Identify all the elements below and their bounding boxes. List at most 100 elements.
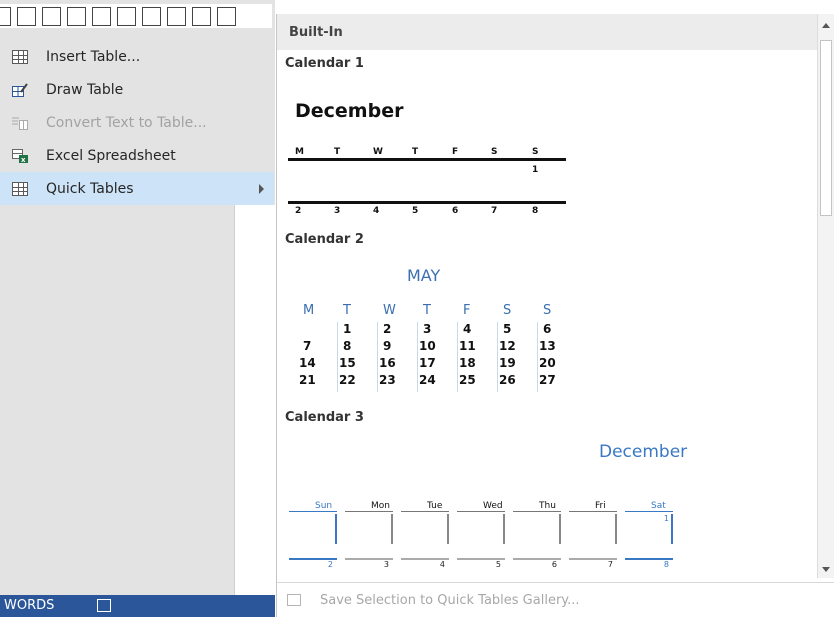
calendar-date: 4 (373, 206, 380, 216)
calendar-header-rule (625, 511, 673, 512)
calendar-date: 5 (503, 322, 512, 336)
calendar-date: 24 (419, 373, 436, 387)
convert-text-icon (12, 116, 28, 130)
calendar-column-separator (457, 322, 458, 392)
calendar-day-cell (289, 514, 337, 544)
calendar-date: 4 (401, 558, 449, 569)
calendar-date: 3 (423, 322, 432, 336)
table-size-grid[interactable] (0, 4, 272, 28)
calendar-date: 12 (499, 339, 516, 353)
proofing-icon[interactable] (97, 599, 111, 612)
table-grid-cell[interactable] (17, 7, 36, 26)
table-grid-cell[interactable] (192, 7, 211, 26)
quick-tables-gallery: Built-In Calendar 1 December M T W T F S S 1 2… (276, 14, 834, 618)
excel-icon: x (12, 148, 28, 164)
table-dropdown-menu: Insert Table... Draw Table Convert Text … (0, 40, 274, 205)
calendar-date: 21 (299, 373, 316, 387)
calendar-header-rule (569, 511, 617, 512)
menu-item-draw-table[interactable]: Draw Table (0, 73, 274, 106)
menu-item-excel-spreadsheet[interactable]: x Excel Spreadsheet (0, 139, 274, 172)
calendar-month: MAY (407, 266, 441, 285)
calendar-day-header: Tue (427, 501, 443, 511)
table-grid-cell[interactable] (42, 7, 61, 26)
calendar-day-header: Mon (371, 501, 390, 511)
calendar-date: 1 (532, 165, 539, 175)
calendar-date: 2 (295, 206, 302, 216)
gallery-scrollbar[interactable] (817, 14, 834, 578)
calendar-date: 8 (532, 206, 539, 216)
table-grid-cell[interactable] (217, 7, 236, 26)
status-bar: WORDS (0, 595, 275, 617)
table-grid-cell[interactable] (0, 7, 11, 26)
calendar-day-header: W (373, 147, 383, 157)
calendar-date: 6 (513, 558, 561, 569)
table-grid-cell[interactable] (142, 7, 161, 26)
menu-item-insert-table[interactable]: Insert Table... (0, 40, 274, 73)
calendar-day-cell (457, 514, 505, 544)
gallery-section-header: Built-In (277, 14, 834, 50)
calendar-date: 5 (412, 206, 419, 216)
calendar-date: 8 (343, 339, 352, 353)
calendar-date: 13 (539, 339, 556, 353)
calendar-day-header: W (383, 303, 396, 318)
calendar-day-cell: 1 (625, 514, 673, 544)
calendar-day-header: Sat (651, 501, 666, 511)
table-grid-cell[interactable] (67, 7, 86, 26)
scroll-down-icon[interactable] (822, 567, 830, 572)
table-grid-cell[interactable] (167, 7, 186, 26)
submenu-arrow-icon (259, 184, 264, 194)
calendar-column-separator (417, 322, 418, 392)
calendar-month: December (295, 100, 404, 122)
calendar-title: Calendar 3 (285, 410, 364, 425)
calendar-title: Calendar 2 (285, 232, 364, 247)
calendar-date: 14 (299, 356, 316, 370)
scroll-up-icon[interactable] (822, 23, 830, 28)
word-count-label[interactable]: WORDS (4, 598, 54, 613)
svg-text:x: x (21, 156, 26, 163)
calendar-day-header: T (412, 147, 419, 157)
table-grid-cell[interactable] (92, 7, 111, 26)
calendar-day-cell (401, 514, 449, 544)
calendar-date: 20 (539, 356, 556, 370)
calendar-date: 7 (569, 558, 617, 569)
calendar-day-header: T (334, 147, 341, 157)
calendar-date: 2 (289, 558, 337, 569)
calendar-header-rule (401, 511, 449, 512)
calendar-rule (288, 158, 566, 161)
calendar-header-rule (289, 511, 337, 512)
calendar-column-separator (337, 322, 338, 392)
calendar-day-header: S (491, 147, 498, 157)
calendar-date: 8 (625, 558, 673, 569)
menu-item-label: Draw Table (46, 81, 124, 98)
calendar-date: 15 (339, 356, 356, 370)
calendar-day-cell (345, 514, 393, 544)
calendar-date: 2 (383, 322, 392, 336)
calendar-date: 10 (419, 339, 436, 353)
calendar-date: 5 (457, 558, 505, 569)
menu-item-quick-tables[interactable]: Quick Tables (0, 172, 274, 205)
calendar-date: 26 (499, 373, 516, 387)
calendar-day-cell (513, 514, 561, 544)
calendar-day-cell (569, 514, 617, 544)
calendar-date: 18 (459, 356, 476, 370)
document-page-area (234, 205, 277, 595)
calendar-date: 19 (499, 356, 516, 370)
calendar-month: December (599, 442, 688, 462)
calendar-column-separator (537, 322, 538, 392)
calendar-day-header: S (503, 303, 512, 318)
menu-item-label: Excel Spreadsheet (46, 147, 176, 164)
calendar-day-header: M (295, 147, 304, 157)
calendar-title: Calendar 1 (285, 56, 364, 71)
save-to-gallery-item[interactable]: Save Selection to Quick Tables Gallery..… (277, 582, 834, 618)
table-grid-cell[interactable] (117, 7, 136, 26)
calendar-day-header: Fri (595, 501, 606, 511)
calendar-date: 3 (334, 206, 341, 216)
menu-item-label: Convert Text to Table... (46, 114, 207, 131)
draw-table-icon (12, 82, 28, 97)
calendar-day-header: T (343, 303, 351, 318)
scroll-thumb[interactable] (820, 40, 832, 216)
calendar-header-rule (513, 511, 561, 512)
menu-item-convert-text[interactable]: Convert Text to Table... (0, 106, 274, 139)
save-selection-label: Save Selection to Quick Tables Gallery..… (320, 593, 580, 608)
calendar-day-header: F (463, 303, 471, 318)
